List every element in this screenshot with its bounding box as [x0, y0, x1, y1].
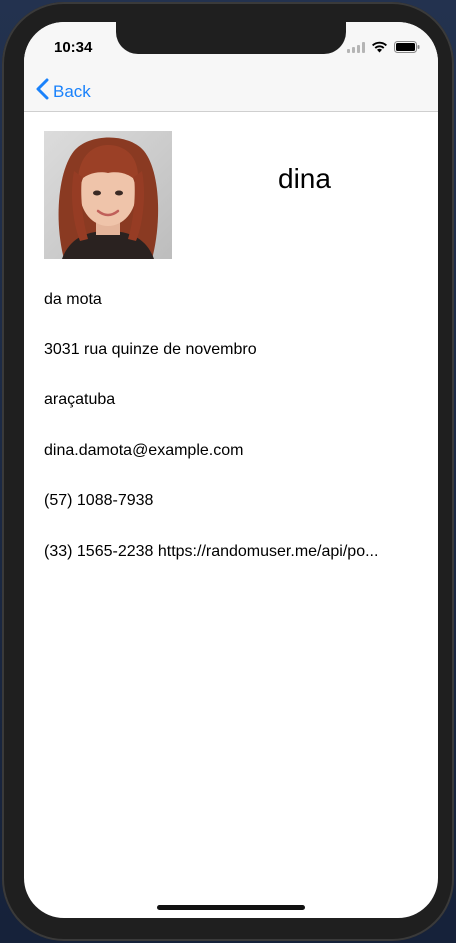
- status-icons: [347, 40, 420, 58]
- cellular-signal-icon: [347, 40, 365, 58]
- phone-screen: 10:34 Back dina da mota 3031 rua quinze …: [24, 22, 438, 918]
- wifi-icon: [371, 40, 388, 58]
- profile-last-name: da mota: [44, 291, 102, 308]
- profile-cell-and-url: (33) 1565-2238 https://randomuser.me/api…: [44, 543, 379, 560]
- back-label: Back: [53, 81, 91, 101]
- profile-street: 3031 rua quinze de novembro: [44, 341, 257, 358]
- home-indicator[interactable]: [157, 905, 305, 910]
- phone-frame: 10:34 Back dina da mota 3031 rua quinze …: [2, 2, 454, 941]
- battery-icon: [394, 40, 420, 58]
- device-notch: [116, 22, 346, 54]
- status-time: 10:34: [54, 39, 93, 56]
- navigation-bar: Back: [24, 72, 438, 112]
- profile-phone: (57) 1088-7938: [44, 492, 154, 509]
- profile-photo: [44, 131, 172, 259]
- profile-city: araçatuba: [44, 391, 116, 408]
- back-button[interactable]: Back: [36, 78, 91, 105]
- profile-first-name: dina: [278, 163, 331, 194]
- profile-email: dina.damota@example.com: [44, 442, 244, 459]
- chevron-left-icon: [36, 78, 53, 105]
